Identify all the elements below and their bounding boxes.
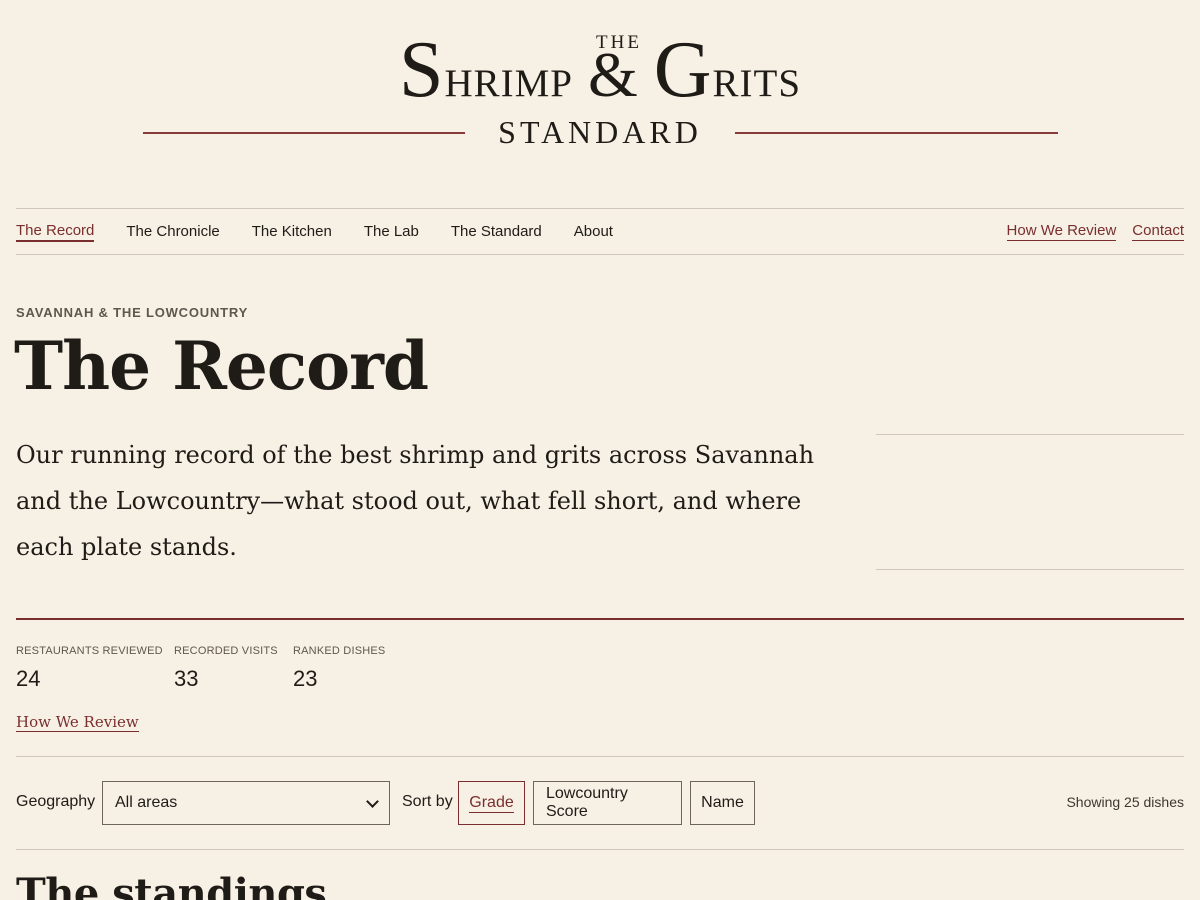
masthead-ampersand: & xyxy=(587,39,639,110)
nav-secondary: How We Review Contact xyxy=(991,209,1184,254)
standings-heading: The standings xyxy=(16,870,327,900)
filters-divider-top xyxy=(16,756,1184,757)
sort-name-label: Name xyxy=(701,794,744,811)
section-divider xyxy=(16,618,1184,620)
geography-select[interactable]: All areas xyxy=(102,781,390,825)
sort-label: Sort by xyxy=(402,793,453,810)
masthead-title: Shrimp & Grits xyxy=(0,30,1200,110)
stat-ranked-dishes: RANKED DISHES 23 xyxy=(293,645,385,692)
nav-item-the-chronicle[interactable]: The Chronicle xyxy=(126,223,219,241)
stat-value: 24 xyxy=(16,666,41,691)
stat-label: RESTAURANTS REVIEWED xyxy=(16,645,163,657)
masthead-shrimp-rest: hrimp xyxy=(444,47,573,109)
how-we-review-link[interactable]: How We Review xyxy=(16,713,139,732)
sort-grade-button[interactable]: Grade xyxy=(458,781,525,825)
nav-link-contact[interactable]: Contact xyxy=(1132,222,1184,241)
masthead-grits-initial: G xyxy=(653,26,713,114)
nav-item-the-kitchen[interactable]: The Kitchen xyxy=(252,223,332,241)
masthead-grits-rest: rits xyxy=(712,47,802,109)
sort-lowcountry-score-button[interactable]: Lowcountry Score xyxy=(533,781,682,825)
stat-label: RANKED DISHES xyxy=(293,645,386,657)
sort-grade-label: Grade xyxy=(469,793,514,813)
geography-select-value: All areas xyxy=(115,794,178,811)
nav-item-the-lab[interactable]: The Lab xyxy=(364,223,419,241)
nav-item-about[interactable]: About xyxy=(574,223,613,241)
side-divider-bottom xyxy=(876,569,1184,570)
results-count: Showing 25 dishes xyxy=(1066,794,1184,810)
masthead-rule-right xyxy=(735,132,1058,134)
region-eyebrow: SAVANNAH & THE LOWCOUNTRY xyxy=(16,305,249,320)
stat-value: 33 xyxy=(174,666,199,691)
page-title: The Record xyxy=(14,327,429,405)
geography-label: Geography xyxy=(16,793,96,810)
filters-divider-bottom xyxy=(16,849,1184,850)
stat-value: 23 xyxy=(293,666,318,691)
chevron-down-icon xyxy=(366,794,379,808)
side-divider-top xyxy=(876,434,1184,435)
masthead[interactable]: THE Shrimp & Grits STANDARD xyxy=(0,0,1200,190)
masthead-shrimp-initial: S xyxy=(398,26,445,114)
nav-link-how-we-review[interactable]: How We Review xyxy=(1006,222,1117,241)
stat-restaurants-reviewed: RESTAURANTS REVIEWED 24 xyxy=(16,645,163,692)
main-nav: The Record The Chronicle The Kitchen The… xyxy=(16,208,1184,255)
stat-recorded-visits: RECORDED VISITS 33 xyxy=(174,645,278,692)
intro-text: Our running record of the best shrimp an… xyxy=(16,441,815,561)
nav-item-the-standard[interactable]: The Standard xyxy=(451,223,542,241)
nav-primary: The Record The Chronicle The Kitchen The… xyxy=(16,209,645,254)
nav-item-the-record[interactable]: The Record xyxy=(16,222,95,242)
stat-label: RECORDED VISITS xyxy=(174,645,278,657)
sort-lowcountry-score-label: Lowcountry Score xyxy=(546,785,628,820)
sort-name-button[interactable]: Name xyxy=(690,781,755,825)
